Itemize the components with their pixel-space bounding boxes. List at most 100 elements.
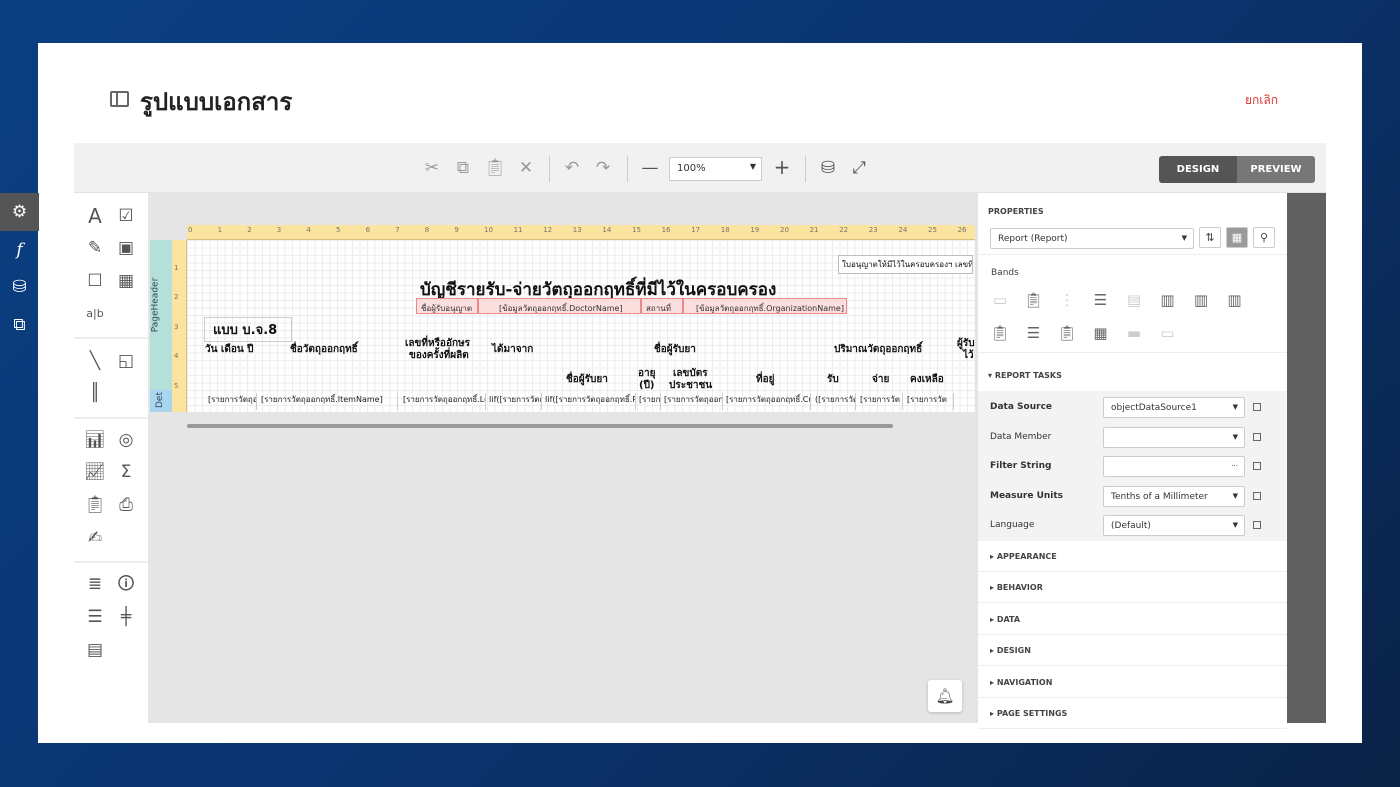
form-code[interactable]: แบบ บ.จ.8 <box>204 317 292 342</box>
header-quantity[interactable]: ปริมาณวัตถุออกฤทธิ์ <box>834 342 922 357</box>
header-in[interactable]: รับ <box>827 372 839 387</box>
group-footer-band-icon[interactable]: ▥ <box>1191 291 1211 309</box>
report-explorer-tab-hierarchy-icon[interactable]: ⧉ <box>0 306 39 344</box>
component-select[interactable]: Report (Report) ▼ <box>990 228 1194 249</box>
cancel-link[interactable]: ยกเลิก <box>1245 91 1278 110</box>
section-design[interactable]: ▸ DESIGN <box>978 635 1287 667</box>
band-detail[interactable]: Det <box>150 390 172 412</box>
detail-cell[interactable]: [รายการวัตถุออกฤทธิ์.CustomerAddress] <box>723 393 811 410</box>
license-note[interactable]: ใบอนุญาตให้มีไว้ในครอบครองฯ เลขที่ <box>838 255 973 274</box>
chevron-down-icon[interactable]: ▼ <box>1233 521 1238 529</box>
paste-icon[interactable]: 📋︎ <box>484 158 506 178</box>
header-receiver[interactable]: ชื่อผู้รับยา <box>654 342 696 357</box>
report-header-band-icon[interactable]: 📋︎ <box>1024 291 1044 309</box>
top-margin-band-icon[interactable]: ▭ <box>990 291 1010 309</box>
notification-bell-icon[interactable]: 🔔︎ <box>928 680 962 712</box>
vertical-detail-band-icon[interactable]: ▬ <box>1124 324 1144 342</box>
property-checkbox[interactable] <box>1253 403 1261 411</box>
property-editor[interactable]: (Default) ▼ <box>1103 515 1245 537</box>
header-from[interactable]: ได้มาจาก <box>492 342 533 357</box>
property-checkbox[interactable] <box>1253 462 1261 471</box>
table-tool-icon[interactable]: ▦ <box>114 269 138 293</box>
property-editor[interactable]: Tenths of a Millimeter ▼ <box>1103 485 1245 507</box>
chevron-down-icon[interactable]: ▼ <box>1233 403 1238 411</box>
section-appearance[interactable]: ▸ APPEARANCE <box>978 541 1287 572</box>
zoom-in-icon[interactable]: + <box>771 155 793 179</box>
vertical-header-band-icon[interactable]: ▦ <box>1091 324 1111 342</box>
properties-tab-gear-icon[interactable]: ⚙ <box>0 193 39 231</box>
section-page-settings[interactable]: ▸ PAGE SETTINGS <box>978 698 1287 729</box>
page-info-tool-icon[interactable]: 🛈 <box>114 572 138 596</box>
vertical-total-band-icon[interactable]: ▭ <box>1158 324 1178 342</box>
fullscreen-icon[interactable]: ⤢ <box>848 158 870 178</box>
page-header-band-icon[interactable]: ⋮ <box>1057 291 1077 309</box>
chart-tool-icon[interactable]: 📊︎ <box>83 428 107 452</box>
horizontal-scrollbar[interactable] <box>187 424 893 428</box>
preview-button[interactable]: PREVIEW <box>1237 156 1315 183</box>
detail-cell[interactable]: Iif([รายการวัตถุออก <box>486 393 542 410</box>
report-tasks-header[interactable]: ▾ REPORT TASKS <box>988 371 1062 380</box>
property-editor[interactable]: ··· <box>1103 456 1245 478</box>
header-balance[interactable]: คงเหลือ <box>910 372 944 387</box>
validate-icon[interactable]: ⛁ <box>817 158 839 178</box>
subband-band-icon[interactable]: 📋︎ <box>1057 324 1077 342</box>
subreport-tool-icon[interactable]: 📋︎ <box>83 493 107 517</box>
pdf-tool-icon[interactable]: ⎙ <box>114 493 138 517</box>
line-tool-icon[interactable]: ╲ <box>83 349 107 373</box>
zoom-out-icon[interactable]: — <box>639 158 661 178</box>
place-label[interactable]: สถานที่ <box>641 298 683 314</box>
property-checkbox[interactable] <box>1253 491 1261 500</box>
detail-report-band-icon[interactable]: ▥ <box>1158 291 1178 309</box>
report-footer-band-icon[interactable]: ▥ <box>1225 291 1245 309</box>
sort-az-icon[interactable]: ⇅ <box>1199 227 1221 248</box>
chevron-down-icon[interactable]: ▼ <box>1233 492 1238 500</box>
section-behavior[interactable]: ▸ BEHAVIOR <box>978 572 1287 604</box>
page-break-tool-icon[interactable]: ☰ <box>83 605 107 629</box>
search-icon[interactable]: ⚲ <box>1253 227 1275 248</box>
signature-tool-icon[interactable]: ✍ <box>83 526 107 550</box>
toc-tool-icon[interactable]: ≣ <box>83 572 107 596</box>
cross-band-line-tool-icon[interactable]: ╪ <box>114 605 138 629</box>
chevron-down-icon[interactable]: ▼ <box>1233 433 1238 441</box>
header-item[interactable]: ชื่อวัตถุออกฤทธิ์ <box>290 342 358 357</box>
band-page-header[interactable]: PageHeader <box>150 240 172 390</box>
copy-icon[interactable]: ⧉ <box>452 158 474 178</box>
label-tool-icon[interactable]: A <box>83 204 107 228</box>
shape-tool-icon[interactable]: ◱ <box>114 349 138 373</box>
undo-icon[interactable]: ↶ <box>561 158 583 178</box>
categorized-icon[interactable]: ▦ <box>1226 227 1248 248</box>
sparkline-tool-icon[interactable]: 📈︎ <box>83 460 107 484</box>
detail-cell[interactable]: [รายการวัต <box>857 393 903 410</box>
redo-icon[interactable]: ↷ <box>592 158 614 178</box>
character-comb-tool-icon[interactable]: a|b <box>83 302 107 326</box>
sidebar-toggle-icon[interactable] <box>110 91 129 107</box>
detail-cell[interactable]: [รายการ <box>636 393 661 410</box>
barcode-tool-icon[interactable]: ║ <box>83 381 107 405</box>
header-out[interactable]: จ่าย <box>872 372 889 387</box>
property-editor[interactable]: objectDataSource1 ▼ <box>1103 397 1245 418</box>
page-footer-band-icon[interactable]: 📋︎ <box>990 324 1010 342</box>
zoom-select[interactable]: 100% ▼ <box>669 157 762 181</box>
doctor-field[interactable]: [ข้อมูลวัตถุออกฤทธิ์.DoctorName] <box>478 298 641 314</box>
expressions-tab-function-icon[interactable]: f <box>0 231 39 269</box>
section-data[interactable]: ▸ DATA <box>978 604 1287 635</box>
checkbox-tool-icon[interactable]: ☑ <box>114 204 138 228</box>
ellipsis-icon[interactable]: ··· <box>1231 462 1238 470</box>
property-checkbox[interactable] <box>1253 521 1261 530</box>
detail-cell[interactable]: [รายการวัต <box>904 393 954 410</box>
header-address[interactable]: ที่อยู่ <box>756 372 774 387</box>
picture-tool-icon[interactable]: ▣ <box>114 236 138 260</box>
cross-band-box-tool-icon[interactable]: ▤ <box>83 638 107 662</box>
header-date[interactable]: วัน เดือน ปี <box>205 342 254 357</box>
group-header-band-icon[interactable]: ☰ <box>1091 291 1111 309</box>
design-button[interactable]: DESIGN <box>1159 156 1237 183</box>
doctor-label[interactable]: ชื่อผู้รับอนุญาต <box>416 298 478 314</box>
detail-cell[interactable]: ([รายการวัตถุออก <box>812 393 856 410</box>
detail-cell[interactable]: [รายการวัตถุออกฤทธิ์.Customer] <box>661 393 723 410</box>
place-field[interactable]: [ข้อมูลวัตถุออกฤทธิ์.OrganizationName] <box>683 298 847 314</box>
property-checkbox[interactable] <box>1253 432 1261 441</box>
delete-icon[interactable]: ✕ <box>515 158 537 178</box>
panel-tool-icon[interactable]: ☐ <box>83 269 107 293</box>
detail-band-icon[interactable]: ▤ <box>1124 291 1144 309</box>
section-navigation[interactable]: ▸ NAVIGATION <box>978 667 1287 698</box>
